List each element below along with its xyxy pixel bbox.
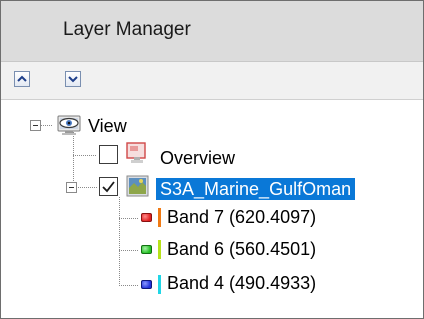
tree-line (119, 197, 120, 286)
tree-node-band-7[interactable]: Band 7 (620.4097) (167, 206, 316, 228)
chevron-down-icon (68, 76, 78, 83)
layer-tree: View Overview S3A_Marine_GulfOman Band 7 (1, 100, 423, 318)
band-6-color-bar (158, 240, 161, 259)
eye-on-monitor-icon (57, 115, 81, 135)
tree-node-view[interactable]: View (88, 115, 127, 137)
tree-node-layer[interactable]: S3A_Marine_GulfOman (156, 178, 356, 200)
layer-collapse-toggle[interactable] (66, 182, 77, 193)
checkmark-icon (102, 181, 115, 193)
view-collapse-toggle[interactable] (30, 120, 41, 131)
band-6-color-swatch (141, 245, 152, 254)
toolbar (1, 62, 423, 100)
tree-line (78, 187, 97, 188)
move-up-button[interactable] (14, 71, 30, 87)
band-4-color-swatch (141, 280, 152, 289)
move-down-button[interactable] (65, 71, 81, 87)
tree-line (119, 218, 139, 219)
overview-image-icon (126, 142, 146, 163)
tree-node-band-6[interactable]: Band 6 (560.4501) (167, 238, 316, 260)
tree-line (119, 250, 139, 251)
panel-title-bar: Layer Manager (1, 1, 423, 62)
overview-checkbox[interactable] (99, 145, 118, 164)
tree-node-band-4[interactable]: Band 4 (490.4933) (167, 272, 316, 294)
layer-manager-panel: Layer Manager View Overview S3A_Marine_G… (0, 0, 424, 319)
chevron-up-icon (17, 75, 27, 82)
band-4-color-bar (158, 275, 161, 294)
panel-title: Layer Manager (63, 19, 191, 40)
layer-checkbox[interactable] (99, 177, 118, 196)
raster-image-icon (126, 175, 149, 197)
tree-line (73, 130, 74, 188)
tree-line (73, 155, 97, 156)
band-7-color-bar (158, 208, 161, 227)
band-7-color-swatch (141, 213, 152, 222)
tree-line (41, 125, 53, 126)
tree-line (119, 285, 139, 286)
tree-node-overview[interactable]: Overview (160, 147, 235, 169)
